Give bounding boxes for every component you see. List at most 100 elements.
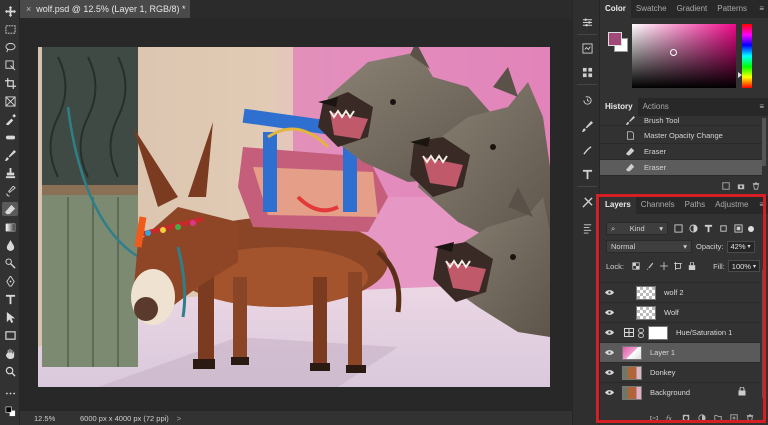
layer-name[interactable]: Background bbox=[650, 388, 690, 397]
visibility-eye-icon[interactable] bbox=[600, 349, 618, 356]
more-tools-icon[interactable] bbox=[2, 386, 18, 400]
visibility-eye-icon[interactable] bbox=[600, 329, 618, 336]
brush-settings-panel-icon[interactable] bbox=[581, 120, 593, 132]
hue-slider-marker[interactable] bbox=[738, 72, 742, 78]
fill-field[interactable]: 100% ▾ bbox=[727, 260, 760, 272]
visibility-eye-icon[interactable] bbox=[600, 369, 618, 376]
info-panel-icon[interactable] bbox=[581, 42, 593, 54]
layer-row[interactable]: Hue/Saturation 1 bbox=[600, 322, 760, 342]
link-layers-icon[interactable] bbox=[650, 414, 658, 422]
lock-transparent-pixels-icon[interactable] bbox=[632, 262, 640, 270]
brush-tool-icon[interactable] bbox=[2, 148, 18, 162]
filter-kind-dropdown[interactable]: ⌕ Kind ▾ bbox=[606, 222, 668, 235]
visibility-eye-icon[interactable] bbox=[600, 289, 618, 296]
delete-layer-icon[interactable] bbox=[746, 413, 754, 422]
adjustment-filter-icon[interactable] bbox=[689, 224, 698, 233]
add-mask-icon[interactable] bbox=[682, 414, 690, 422]
marquee-tool-icon[interactable] bbox=[2, 22, 18, 36]
new-document-from-state-icon[interactable] bbox=[722, 182, 730, 190]
tab-adjustments[interactable]: Adjustme bbox=[710, 196, 753, 214]
crop-tool-icon[interactable] bbox=[2, 76, 18, 90]
pen-tool-icon[interactable] bbox=[2, 274, 18, 288]
tab-swatches[interactable]: Swatche bbox=[631, 0, 672, 18]
healing-brush-tool-icon[interactable] bbox=[2, 130, 18, 144]
eraser-tool-icon[interactable] bbox=[2, 202, 18, 216]
tab-color[interactable]: Color bbox=[600, 0, 631, 18]
shape-filter-icon[interactable] bbox=[719, 224, 728, 233]
blur-tool-icon[interactable] bbox=[2, 238, 18, 252]
visibility-eye-icon[interactable] bbox=[600, 309, 618, 316]
type-tool-icon[interactable] bbox=[2, 292, 18, 306]
layer-row[interactable]: Donkey bbox=[600, 362, 760, 382]
brushes-panel-icon[interactable] bbox=[581, 144, 593, 156]
tab-gradients[interactable]: Gradient bbox=[672, 0, 713, 18]
move-tool-icon[interactable] bbox=[2, 4, 18, 18]
history-panel-icon[interactable] bbox=[581, 94, 593, 106]
history-item[interactable]: Brush Tool bbox=[600, 116, 762, 126]
lock-all-icon[interactable] bbox=[688, 262, 696, 270]
swatches-panel-icon[interactable] bbox=[581, 66, 593, 78]
new-snapshot-icon[interactable] bbox=[737, 182, 745, 190]
layer-row[interactable]: Background bbox=[600, 382, 760, 402]
lock-artboard-icon[interactable] bbox=[673, 262, 682, 270]
rectangle-tool-icon[interactable] bbox=[2, 328, 18, 342]
document-canvas[interactable] bbox=[38, 47, 550, 387]
panel-menu-icon[interactable]: ≡ bbox=[754, 0, 768, 18]
tab-channels[interactable]: Channels bbox=[636, 196, 680, 214]
layer-name[interactable]: Hue/Saturation 1 bbox=[676, 328, 732, 337]
opacity-field[interactable]: 42% ▾ bbox=[726, 240, 755, 253]
canvas-area[interactable] bbox=[20, 18, 572, 410]
lock-position-icon[interactable] bbox=[659, 262, 668, 270]
tab-history[interactable]: History bbox=[600, 98, 638, 116]
clone-stamp-tool-icon[interactable] bbox=[2, 166, 18, 180]
history-item-current[interactable]: Eraser bbox=[600, 160, 762, 176]
object-select-tool-icon[interactable] bbox=[2, 58, 18, 72]
type-filter-icon[interactable] bbox=[704, 224, 713, 233]
zoom-level[interactable]: 12.5% bbox=[20, 414, 60, 423]
lock-image-pixels-icon[interactable] bbox=[646, 262, 654, 270]
layer-name[interactable]: wolf 2 bbox=[664, 288, 684, 297]
pixel-filter-icon[interactable] bbox=[674, 224, 683, 233]
smart-object-filter-icon[interactable] bbox=[734, 224, 743, 233]
delete-state-icon[interactable] bbox=[752, 182, 760, 190]
gradient-tool-icon[interactable] bbox=[2, 220, 18, 234]
history-brush-tool-icon[interactable] bbox=[2, 184, 18, 198]
tab-actions[interactable]: Actions bbox=[638, 98, 674, 116]
mask-link-icon[interactable] bbox=[638, 327, 648, 338]
color-picker-ring[interactable] bbox=[670, 49, 677, 56]
hue-slider[interactable] bbox=[742, 24, 752, 88]
history-scrollbar[interactable] bbox=[762, 118, 766, 166]
panel-menu-icon[interactable]: ≡ bbox=[754, 196, 768, 214]
close-document-icon[interactable]: × bbox=[26, 4, 31, 14]
eyedropper-tool-icon[interactable] bbox=[2, 112, 18, 126]
layer-row[interactable]: wolf 2 bbox=[600, 282, 760, 302]
layer-style-fx-icon[interactable]: fx bbox=[666, 414, 674, 422]
frame-tool-icon[interactable] bbox=[2, 94, 18, 108]
layer-mask-thumbnail[interactable] bbox=[648, 325, 668, 340]
new-layer-icon[interactable] bbox=[730, 413, 738, 422]
new-group-icon[interactable] bbox=[714, 414, 722, 422]
dodge-tool-icon[interactable] bbox=[2, 256, 18, 270]
foreground-color-swatch[interactable] bbox=[608, 32, 622, 46]
zoom-tool-icon[interactable] bbox=[2, 364, 18, 378]
hand-tool-icon[interactable] bbox=[2, 346, 18, 360]
new-adjustment-layer-icon[interactable] bbox=[698, 413, 706, 422]
blend-mode-dropdown[interactable]: Normal ▾ bbox=[606, 240, 692, 253]
adjustments-panel-icon[interactable] bbox=[581, 16, 593, 28]
history-item[interactable]: Eraser bbox=[600, 144, 762, 160]
panel-menu-icon[interactable]: ≡ bbox=[754, 98, 768, 116]
color-field[interactable] bbox=[632, 24, 736, 88]
lasso-tool-icon[interactable] bbox=[2, 40, 18, 54]
layer-name[interactable]: Donkey bbox=[650, 368, 675, 377]
layer-row-selected[interactable]: Layer 1 bbox=[600, 342, 760, 362]
character-panel-icon[interactable] bbox=[581, 168, 593, 180]
status-menu-arrow[interactable]: > bbox=[169, 414, 181, 423]
foreground-background-swatch-icon[interactable] bbox=[2, 404, 18, 418]
paragraph-panel-icon[interactable] bbox=[581, 222, 593, 234]
document-tab[interactable]: × wolf.psd @ 12.5% (Layer 1, RGB/8) * bbox=[20, 0, 190, 18]
visibility-eye-icon[interactable] bbox=[600, 389, 618, 396]
tab-paths[interactable]: Paths bbox=[680, 196, 710, 214]
history-item[interactable]: Master Opacity Change bbox=[600, 128, 762, 144]
tab-layers[interactable]: Layers bbox=[600, 196, 636, 214]
layers-scrollbar[interactable] bbox=[762, 270, 766, 398]
